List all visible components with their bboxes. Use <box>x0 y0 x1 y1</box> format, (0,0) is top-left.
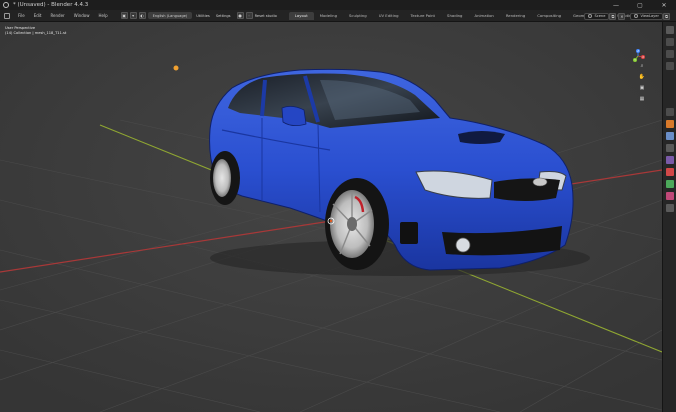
editor-type-icon[interactable]: ▣ <box>120 12 128 19</box>
new-view-layer-icon[interactable]: ⧉ <box>663 12 670 20</box>
language-dropdown[interactable]: English (Language) <box>147 12 193 19</box>
menu-window[interactable]: Window <box>74 13 90 18</box>
scene-props-icon[interactable] <box>666 62 674 70</box>
menu-render[interactable]: Render <box>50 13 64 18</box>
3d-viewport[interactable]: User Perspective (14) Collection | mesh_… <box>0 22 662 412</box>
minimize-button[interactable]: — <box>604 0 628 10</box>
scene-icon <box>588 14 593 18</box>
menu-file[interactable]: File <box>18 13 25 18</box>
tab-uv-editing[interactable]: UV Editing <box>373 12 405 20</box>
pan-hand-icon[interactable]: ✋ <box>638 73 646 81</box>
scene-label: Scene <box>594 14 606 18</box>
viewport-nav-tools: ⌕ ✋ ▣ ▦ <box>638 62 646 106</box>
texture-icon[interactable] <box>666 204 674 212</box>
delete-scene-icon[interactable]: ✕ <box>618 12 626 20</box>
zoom-icon[interactable]: ⌕ <box>638 62 646 70</box>
maximize-button[interactable]: ▢ <box>628 0 652 10</box>
tab-sculpting[interactable]: Sculpting <box>343 12 373 20</box>
viewport-scene <box>0 22 662 412</box>
material-icon[interactable] <box>666 192 674 200</box>
view-layer-selector[interactable]: ViewLayer <box>630 12 663 20</box>
tab-texture-paint[interactable]: Texture Paint <box>405 12 442 20</box>
tab-animation[interactable]: Animation <box>468 12 499 20</box>
view-layer-icon <box>634 14 639 18</box>
perspective-toggle-icon[interactable]: ▦ <box>638 95 646 103</box>
blender-menu-icon[interactable] <box>4 12 10 19</box>
tab-shading[interactable]: Shading <box>441 12 468 20</box>
window-title: * (Unsaved) - Blender 4.4.3 <box>13 2 89 8</box>
tab-compositing[interactable]: Compositing <box>531 12 567 20</box>
tool-icon[interactable] <box>666 26 674 34</box>
blender-logo-icon <box>3 2 9 8</box>
window-controls: — ▢ ✕ <box>604 0 676 10</box>
collection-label: (14) Collection | mesh_118_T11.st <box>5 31 67 35</box>
menu-help[interactable]: Help <box>98 13 107 18</box>
data-icon[interactable] <box>666 180 674 188</box>
reset-studio-button[interactable]: Reset studio <box>255 14 277 18</box>
view-options-icon[interactable]: ▾ <box>129 12 137 19</box>
svg-text:Z: Z <box>637 49 639 53</box>
object-icon[interactable] <box>666 120 674 128</box>
pin-icon[interactable]: ◦ <box>245 12 253 19</box>
tab-modeling[interactable]: Modeling <box>314 12 343 20</box>
tab-rendering[interactable]: Rendering <box>500 12 531 20</box>
svg-text:X: X <box>642 55 644 59</box>
physics-icon[interactable] <box>666 156 674 164</box>
close-button[interactable]: ✕ <box>652 0 676 10</box>
output-icon[interactable] <box>666 108 674 116</box>
item-icon[interactable] <box>666 50 674 58</box>
view-layer-label: ViewLayer <box>640 14 659 18</box>
camera-icon[interactable]: ● <box>236 12 244 19</box>
language-icon[interactable]: ◐ <box>138 12 146 19</box>
constraints-icon[interactable] <box>666 168 674 176</box>
view-icon[interactable] <box>666 38 674 46</box>
light-object-icon[interactable] <box>173 65 179 71</box>
viewport-info: User Perspective (14) Collection | mesh_… <box>5 26 66 36</box>
new-scene-icon[interactable]: ⧉ <box>609 12 617 20</box>
settings-menu[interactable]: Settings <box>216 14 231 18</box>
particles-icon[interactable] <box>666 144 674 152</box>
camera-view-icon[interactable]: ▣ <box>638 84 646 92</box>
tab-layout[interactable]: Layout <box>288 11 314 20</box>
properties-tab-strip <box>662 22 676 412</box>
top-bar: File Edit Render Window Help ▣ ▾ ◐ Engli… <box>0 10 676 22</box>
title-bar: * (Unsaved) - Blender 4.4.3 — ▢ ✕ <box>0 0 676 10</box>
navigation-gizmo[interactable]: X Y Z <box>631 49 645 63</box>
utilities-menu[interactable]: Utilities <box>196 14 210 18</box>
menu-edit[interactable]: Edit <box>34 13 42 18</box>
scene-selector[interactable]: Scene <box>584 12 610 20</box>
tool-group: ▣ ▾ ◐ English (Language) Utilities Setti… <box>120 12 283 19</box>
main-menu: File Edit Render Window Help <box>4 12 117 19</box>
modifier-icon[interactable] <box>666 132 674 140</box>
header-right: Scene ⧉ ✕ ViewLayer ⧉ <box>581 10 672 22</box>
